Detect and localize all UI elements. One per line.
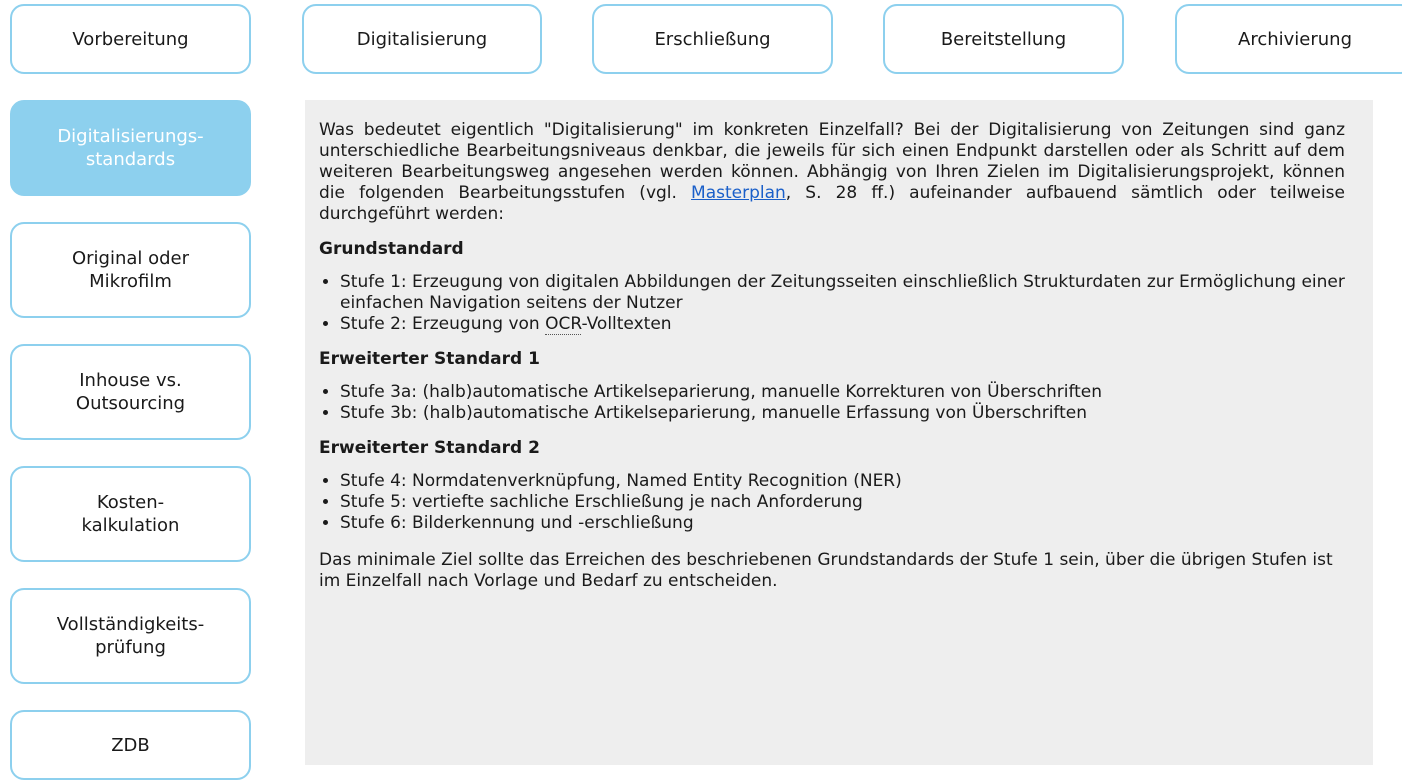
sidebar-item-vollstaendigkeitspruefung[interactable]: Vollständigkeits- prüfung: [10, 588, 251, 684]
sidebar-item-label: Original oder Mikrofilm: [71, 248, 190, 292]
tab-bereitstellung[interactable]: Bereitstellung: [883, 4, 1124, 74]
tab-label: Erschließung: [654, 28, 771, 50]
sidebar-item-inhouse-vs-outsourcing[interactable]: Inhouse vs. Outsourcing: [10, 344, 251, 440]
sidebar-item-label: Vollständigkeits- prüfung: [56, 614, 205, 658]
sidebar-item-label: ZDB: [111, 734, 150, 756]
tab-vorbereitung[interactable]: Vorbereitung: [10, 4, 251, 74]
erweiterter-standard-1-heading: Erweiterter Standard 1: [319, 349, 540, 369]
list-item: Stufe 5: vertiefte sachliche Erschließun…: [340, 492, 1345, 513]
intro-paragraph: Was bedeutet eigentlich "Digitalisierung…: [319, 120, 1345, 225]
sidebar-item-label: Digitalisierungs- standards: [57, 126, 204, 170]
list-item: Stufe 4: Normdatenverknüpfung, Named Ent…: [340, 471, 1345, 492]
masterplan-link[interactable]: Masterplan: [691, 183, 786, 203]
list-item: Stufe 3b: (halb)automatische Artikelsepa…: [340, 403, 1345, 424]
ocr-abbreviation[interactable]: OCR: [545, 314, 582, 335]
grundstandard-heading: Grundstandard: [319, 239, 464, 259]
list-item: Stufe 1: Erzeugung von digitalen Abbildu…: [340, 272, 1345, 314]
list-item-text: Stufe 1: Erzeugung von digitalen Abbildu…: [340, 272, 1345, 313]
sidebar-item-label: Inhouse vs. Outsourcing: [75, 370, 186, 414]
list-item: Stufe 2: Erzeugung von OCR-Volltexten: [340, 314, 1345, 335]
sidebar-item-label: Kosten- kalkulation: [81, 492, 180, 536]
conclusion-paragraph: Das minimale Ziel sollte das Erreichen d…: [319, 550, 1333, 591]
tab-label: Digitalisierung: [356, 28, 488, 50]
tab-archivierung[interactable]: Archivierung: [1175, 4, 1402, 74]
tab-digitalisierung[interactable]: Digitalisierung: [302, 4, 542, 74]
tab-label: Bereitstellung: [940, 28, 1067, 50]
content-panel: Was bedeutet eigentlich "Digitalisierung…: [305, 100, 1373, 765]
tab-label: Vorbereitung: [72, 28, 189, 50]
sidebar-item-original-oder-mikrofilm[interactable]: Original oder Mikrofilm: [10, 222, 251, 318]
tab-label: Archivierung: [1238, 28, 1352, 50]
tab-erschliessung[interactable]: Erschließung: [592, 4, 833, 74]
grundstandard-list: Stufe 1: Erzeugung von digitalen Abbildu…: [319, 272, 1345, 335]
erweiterter-standard-2-list: Stufe 4: Normdatenverknüpfung, Named Ent…: [319, 471, 1345, 534]
sidebar-item-zdb[interactable]: ZDB: [10, 710, 251, 780]
erweiterter-standard-1-list: Stufe 3a: (halb)automatische Artikelsepa…: [319, 382, 1345, 424]
list-item: Stufe 6: Bilderkennung und -erschließung: [340, 513, 1345, 534]
list-item: Stufe 3a: (halb)automatische Artikelsepa…: [340, 382, 1345, 403]
erweiterter-standard-2-heading: Erweiterter Standard 2: [319, 438, 540, 458]
list-item-text: -Volltexten: [581, 314, 672, 334]
list-item-text: Stufe 2: Erzeugung von: [340, 314, 546, 334]
sidebar-item-digitalisierungsstandards[interactable]: Digitalisierungs- standards: [10, 100, 251, 196]
sidebar-item-kostenkalkulation[interactable]: Kosten- kalkulation: [10, 466, 251, 562]
